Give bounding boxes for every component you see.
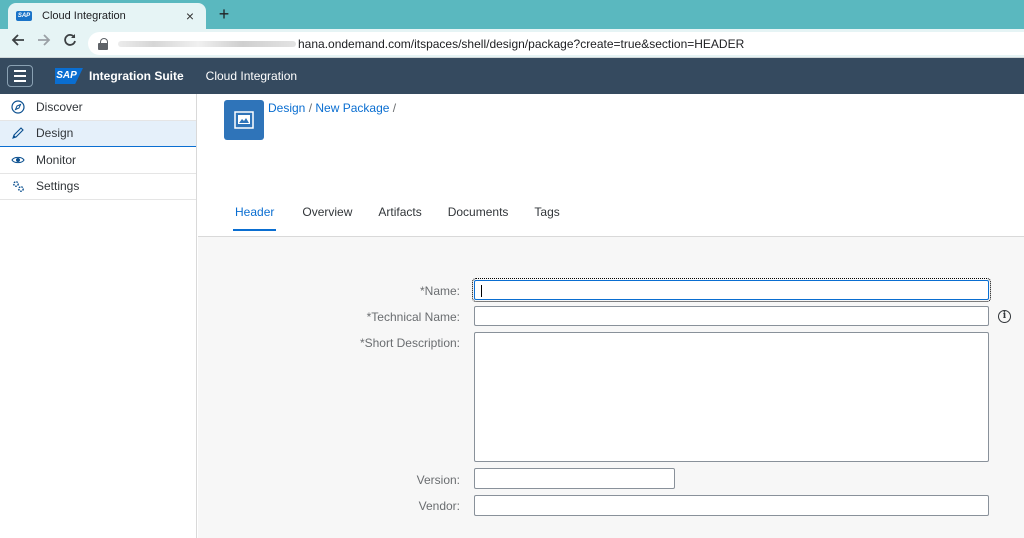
browser-tab[interactable]: SAP Cloud Integration ×: [8, 3, 206, 29]
gears-icon: [10, 178, 26, 194]
sidenav-item-design[interactable]: Design: [0, 120, 196, 147]
sidenav-item-monitor[interactable]: Monitor: [0, 147, 196, 174]
technical-name-field[interactable]: [474, 306, 989, 326]
tab-documents[interactable]: Documents: [448, 205, 509, 231]
breadcrumb-separator: /: [389, 101, 397, 115]
side-navigation: Discover Design Monitor Settings: [0, 94, 197, 538]
sidenav-item-settings[interactable]: Settings: [0, 174, 196, 200]
breadcrumb-separator: /: [305, 101, 316, 115]
address-bar[interactable]: hana.ondemand.com/itspaces/shell/design/…: [88, 32, 1024, 55]
browser-tab-strip: SAP Cloud Integration × +: [0, 0, 1024, 29]
sap-favicon-icon: SAP: [16, 11, 32, 21]
info-icon[interactable]: i: [998, 310, 1011, 323]
vendor-label: Vendor:: [418, 499, 460, 513]
short-description-label: *Short Description:: [359, 336, 460, 350]
url-text: hana.ondemand.com/itspaces/shell/design/…: [298, 36, 745, 51]
sidenav-label: Design: [36, 126, 74, 141]
tab-artifacts[interactable]: Artifacts: [378, 205, 421, 231]
sidenav-label: Settings: [36, 179, 80, 194]
forward-arrow-icon[interactable]: [34, 33, 54, 53]
breadcrumb-link-design[interactable]: Design: [268, 101, 305, 115]
pencil-icon: [10, 125, 26, 141]
redacted-url-segment: [118, 40, 296, 47]
technical-name-label: *Technical Name:: [366, 310, 460, 324]
sidenav-label: Monitor: [36, 152, 77, 167]
product-name: Integration Suite: [89, 69, 184, 83]
eye-icon: [10, 152, 26, 168]
package-image-icon: [224, 100, 264, 140]
vendor-field[interactable]: [474, 495, 989, 516]
version-field[interactable]: [474, 468, 675, 489]
name-field[interactable]: [472, 278, 991, 302]
breadcrumb-link-new-package[interactable]: New Package: [315, 101, 389, 115]
sidenav-label: Discover: [36, 99, 83, 114]
main-content: Design / New Package / Header Overview A…: [198, 94, 1024, 538]
shell-bar: SAP Integration Suite Cloud Integration: [0, 58, 1024, 94]
new-tab-icon[interactable]: +: [214, 4, 234, 24]
close-tab-icon[interactable]: ×: [182, 8, 198, 24]
tab-tags[interactable]: Tags: [534, 205, 559, 231]
back-arrow-icon[interactable]: [8, 33, 28, 53]
object-header: Design / New Package / Header Overview A…: [198, 94, 1024, 237]
app-title: Cloud Integration: [205, 69, 298, 83]
text-caret: [481, 285, 482, 297]
tab-header[interactable]: Header: [233, 205, 277, 231]
tab-bar: Header Overview Artifacts Documents Tags: [233, 205, 586, 231]
short-description-textarea[interactable]: [474, 332, 989, 462]
sap-logo[interactable]: SAP: [55, 68, 83, 84]
lock-icon: [98, 37, 108, 50]
version-label: Version:: [416, 473, 460, 487]
browser-tab-title: Cloud Integration: [42, 10, 126, 22]
browser-toolbar: hana.ondemand.com/itspaces/shell/design/…: [0, 29, 1024, 58]
compass-icon: [10, 99, 26, 115]
header-form: *Name: *Technical Name: i *Short Descrip…: [198, 237, 1024, 538]
breadcrumb: Design / New Package /: [268, 101, 396, 115]
hamburger-menu-icon[interactable]: [7, 65, 33, 87]
sidenav-item-discover[interactable]: Discover: [0, 94, 196, 121]
name-label: *Name:: [419, 284, 460, 298]
reload-icon[interactable]: [60, 33, 80, 53]
tab-overview[interactable]: Overview: [302, 205, 352, 231]
